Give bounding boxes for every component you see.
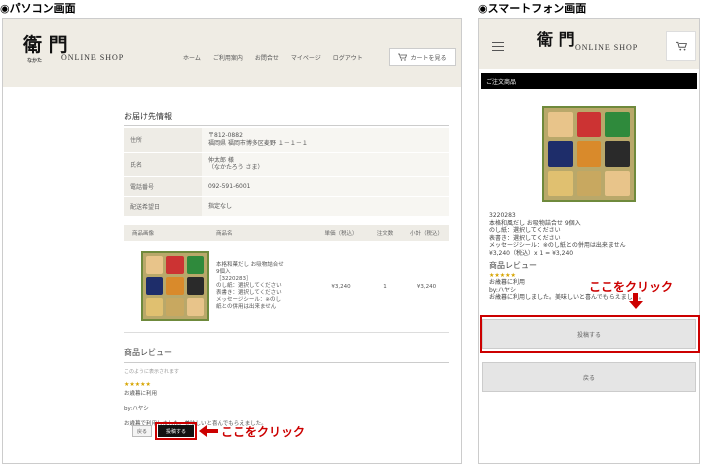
pc-screen-label: ◉パソコン画面: [0, 2, 76, 15]
table-row: 氏名 仲太郎 様（なかたろう さま）: [124, 152, 449, 178]
global-nav: ホーム ご利用案内 お問合せ マイページ ログアウト: [183, 53, 363, 62]
info-key: 住所: [124, 128, 202, 153]
subtotal: ¥3,240: [416, 283, 437, 290]
post-review-button[interactable]: 投稿する: [158, 425, 194, 437]
col-qty: 注文数: [376, 231, 394, 238]
review-author: by:ハヤシ: [124, 406, 149, 413]
arrow-left-shaft: [206, 429, 218, 433]
product-code: 3220283: [489, 212, 516, 219]
sp-brand-logo[interactable]: 衛 門: [537, 31, 575, 49]
brand-logo[interactable]: 衛 門: [23, 35, 68, 55]
pc-screen: 衛 門 なかた ONLINE SHOP ホーム ご利用案内 お問合せ マイページ…: [2, 18, 462, 464]
sp-screen: 衛 門 ONLINE SHOP ご注文商品 3220283 本格和風だし お吸物…: [478, 18, 700, 464]
info-key: 氏名: [124, 152, 202, 178]
arrow-down-shaft: [633, 293, 638, 301]
view-cart-button[interactable]: カートを見る: [389, 48, 456, 66]
sp-header: 衛 門 ONLINE SHOP: [479, 19, 699, 69]
sp-cart-button[interactable]: [666, 31, 696, 61]
info-value-line: 仲太郎 様: [208, 156, 234, 164]
unit-price: ¥3,240: [331, 283, 351, 290]
cart-icon: [398, 53, 408, 61]
shipping-info-title: お届け先情報: [124, 111, 449, 126]
menu-button[interactable]: [484, 32, 512, 60]
table-row: 電話番号 092-591-6001: [124, 176, 449, 198]
cart-icon: [675, 41, 687, 51]
table-row: 住所 〒812-0882 福岡県 福岡市博多区麦野 １－１－１: [124, 128, 449, 153]
product-name: 本格和菓だし お吸物詰合せ 9個入 ［3220283］ のし紙：選択してください…: [216, 262, 316, 311]
table-row: 本格和菓だし お吸物詰合せ 9個入 ［3220283］ のし紙：選択してください…: [124, 241, 449, 334]
product-option-line: 紙との併用は出来ません: [216, 304, 277, 311]
menu-icon: [492, 41, 504, 51]
product-option-line: メッセージシール：※のし紙との併用は出来ません: [489, 242, 626, 249]
order-items-bar: ご注文商品: [481, 73, 697, 89]
click-here-label: ここをクリック: [221, 425, 306, 439]
product-image-cell: [124, 241, 216, 333]
review-section-title: 商品レビュー: [124, 347, 449, 364]
review-stars: ★★★★★: [124, 381, 151, 389]
info-value-line: 〒812-0882: [208, 132, 243, 139]
sp-back-button[interactable]: 戻る: [482, 362, 696, 392]
items-table-header: 商品画像 商品名 単価（税込） 注文数 小計（税込）: [124, 225, 449, 242]
quantity: 1: [383, 283, 387, 290]
review-preview-note: このように表示されます: [124, 369, 180, 376]
col-price: 単価（税込）: [324, 231, 358, 238]
info-value-line: （なかたろう さま）: [208, 164, 264, 172]
info-key: 配送希望日: [124, 196, 202, 218]
product-image[interactable]: [141, 250, 209, 321]
product-price-line: ¥3,240（税込）x 1 = ¥3,240: [489, 249, 574, 257]
sp-post-review-button[interactable]: 投稿する: [482, 319, 696, 349]
sp-review-title: 商品レビュー: [489, 261, 537, 270]
pc-main: お届け先情報 住所 〒812-0882 福岡県 福岡市博多区麦野 １－１－１ 氏名…: [124, 91, 449, 427]
nav-mypage[interactable]: マイページ: [291, 53, 321, 62]
info-value: 指定なし: [202, 196, 449, 218]
sp-product-image[interactable]: [542, 106, 636, 202]
col-image: 商品画像: [132, 231, 155, 238]
nav-guide[interactable]: ご利用案内: [213, 53, 243, 62]
info-key: 電話番号: [124, 176, 202, 198]
product-name: 本格和風だし お吸物詰合せ 9個入: [489, 219, 581, 227]
shop-name: ONLINE SHOP: [61, 53, 125, 62]
product-option-line: のし紙：選択してください: [489, 227, 561, 234]
brand-logo-sub: なかた: [27, 58, 43, 64]
sp-review-body: お歳暮に利用しました。美味しいと喜んでもらえました。: [489, 294, 645, 301]
shipping-info-table: 住所 〒812-0882 福岡県 福岡市博多区麦野 １－１－１ 氏名 仲太郎 様（…: [124, 128, 449, 218]
pc-header: 衛 門 なかた ONLINE SHOP ホーム ご利用案内 お問合せ マイページ…: [3, 19, 461, 87]
info-value-line: 福岡県 福岡市博多区麦野 １－１－１: [208, 139, 308, 147]
sp-click-here-label: ここをクリック: [589, 280, 674, 294]
info-value: 092-591-6001: [202, 176, 449, 198]
back-button[interactable]: 戻る: [132, 425, 152, 437]
review-heading: お歳暮に利用: [124, 391, 158, 398]
sp-shop-name: ONLINE SHOP: [575, 43, 639, 52]
sp-screen-label: ◉スマートフォン画面: [478, 2, 587, 15]
product-name-line: 本格和菓だし お吸物詰合せ: [216, 262, 284, 269]
arrow-down-icon: [629, 301, 643, 309]
nav-logout[interactable]: ログアウト: [333, 53, 363, 62]
product-option-line: 表書き：選択してください: [489, 234, 561, 242]
col-name: 商品名: [216, 231, 233, 238]
table-row: 配送希望日 指定なし: [124, 196, 449, 218]
info-value: 〒812-0882 福岡県 福岡市博多区麦野 １－１－１: [202, 128, 449, 153]
info-value: 仲太郎 様（なかたろう さま）: [202, 152, 449, 178]
col-subtotal: 小計（税込）: [409, 231, 443, 238]
view-cart-label: カートを見る: [410, 54, 447, 62]
nav-home[interactable]: ホーム: [183, 53, 201, 62]
nav-contact[interactable]: お問合せ: [255, 53, 279, 62]
